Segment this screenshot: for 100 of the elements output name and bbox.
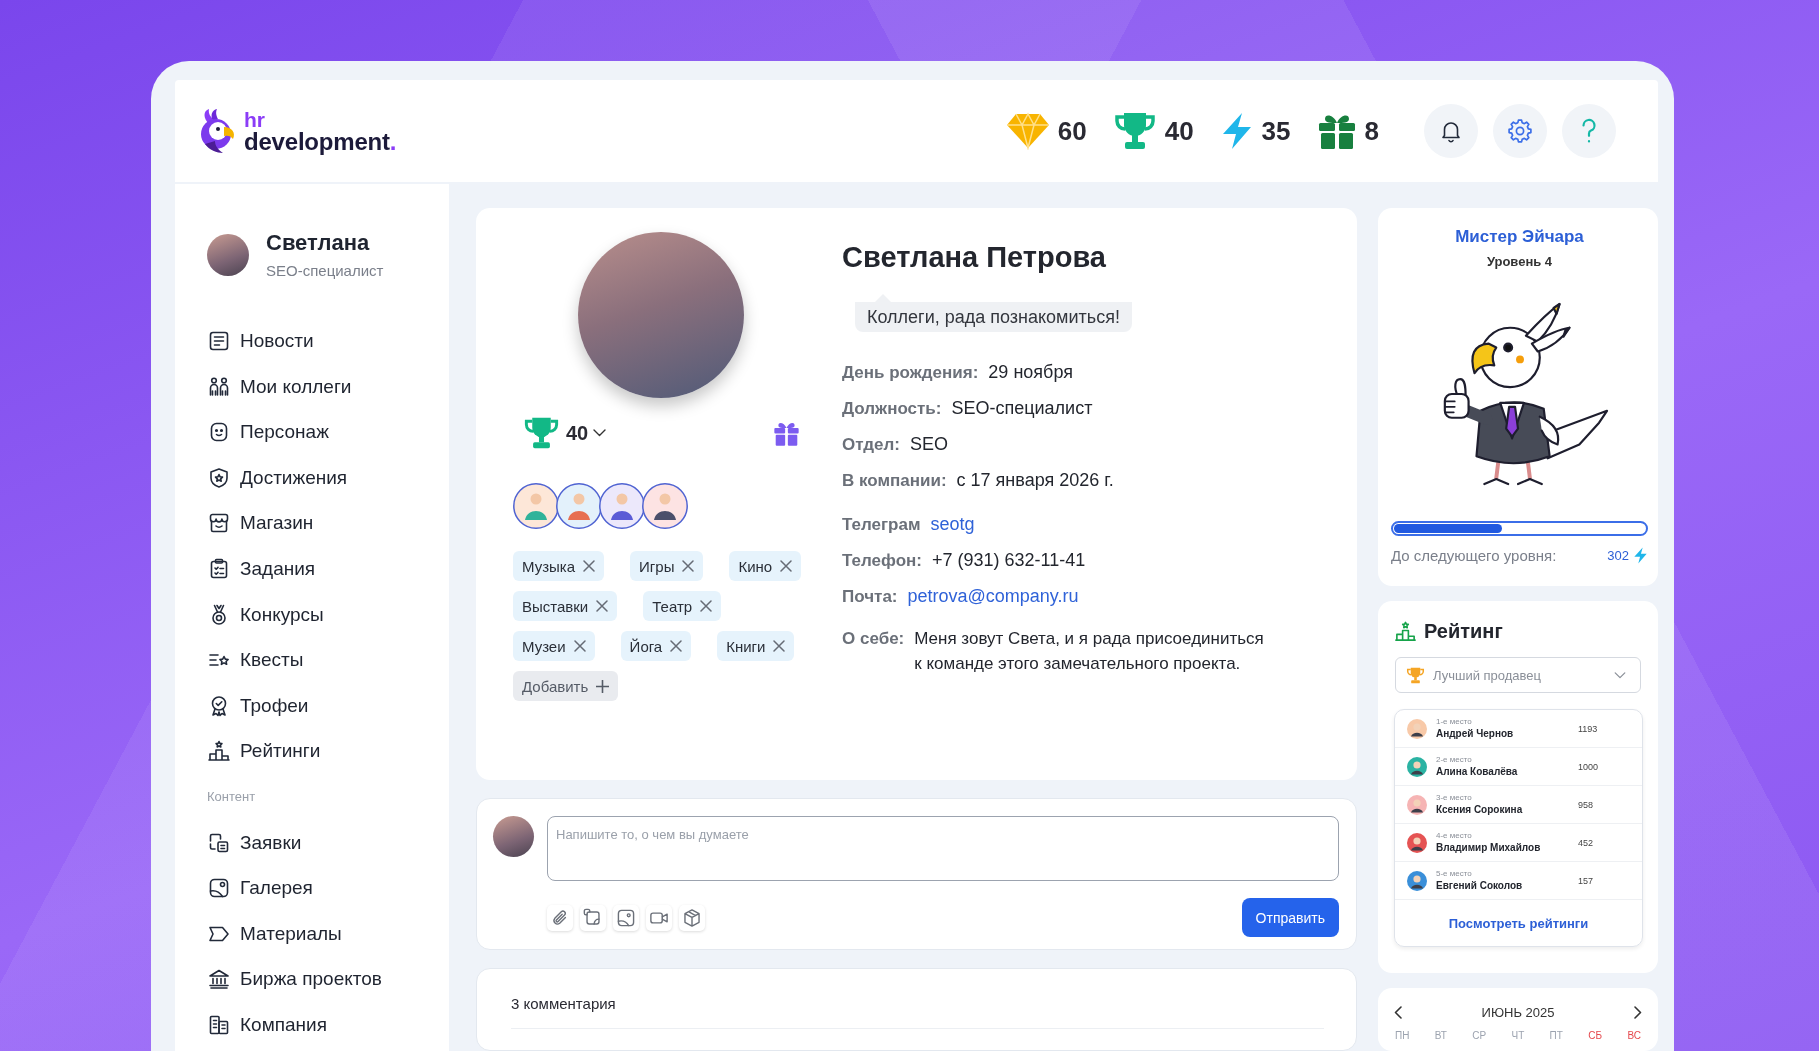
- nav-item[interactable]: Достижения: [207, 463, 348, 492]
- rank-label: 2-е место: [1436, 755, 1472, 765]
- stat-value: 35: [1261, 115, 1291, 147]
- close-icon[interactable]: [682, 560, 695, 572]
- weekday-label: ВС: [1627, 1030, 1641, 1042]
- about-text: Меня зовут Света, и я рада присоединиться к команде этого замечательного проекта.: [914, 628, 1265, 675]
- field-label: Отдел:: [842, 434, 901, 456]
- paperclip-icon[interactable]: [547, 904, 573, 931]
- post-input[interactable]: Напишите то, о чем вы думаете: [547, 816, 1339, 881]
- contact-link[interactable]: seotg: [930, 511, 975, 537]
- person-icon: [1407, 718, 1427, 739]
- tag-label: Выставки: [522, 597, 589, 615]
- close-icon[interactable]: [596, 600, 609, 612]
- person-icon: [513, 483, 559, 529]
- chevron-down-icon[interactable]: [593, 429, 607, 437]
- person-icon: [642, 483, 688, 529]
- user-name: Светлана: [266, 230, 371, 256]
- field-label: Должность:: [842, 398, 942, 420]
- view-ratings-link[interactable]: Посмотреть рейтинги: [1448, 915, 1589, 931]
- nav-item[interactable]: Биржа проектов: [207, 965, 382, 994]
- nav-item[interactable]: Материалы: [207, 919, 342, 948]
- close-icon[interactable]: [670, 640, 683, 652]
- close-icon[interactable]: [700, 600, 713, 612]
- bell-icon[interactable]: [1424, 104, 1478, 158]
- trophy-icon: [1406, 666, 1425, 684]
- field-value: с 17 января 2026 г.: [956, 469, 1114, 492]
- next-level-label: До следующего уровня:: [1391, 547, 1557, 564]
- gem-icon: [1005, 112, 1050, 150]
- nav-item[interactable]: Галерея: [207, 874, 313, 903]
- plus-icon: [596, 679, 610, 693]
- podium-icon: [207, 739, 231, 764]
- player-name: Ксения Сорокина: [1436, 803, 1523, 816]
- nav-item[interactable]: Квесты: [207, 646, 304, 675]
- cube-icon[interactable]: [679, 904, 705, 931]
- nav-item[interactable]: Задания: [207, 554, 316, 583]
- person-icon: [1407, 794, 1427, 815]
- trophy-icon: [523, 417, 560, 449]
- tag-label: Музеи: [522, 637, 566, 655]
- nav-item[interactable]: Конкурсы: [207, 600, 324, 629]
- close-icon[interactable]: [773, 640, 786, 652]
- image-icon[interactable]: [613, 904, 639, 931]
- player-name: Евгений Соколов: [1436, 879, 1523, 892]
- field-label: Телефон:: [842, 550, 922, 572]
- nav-item[interactable]: Магазин: [207, 509, 314, 538]
- weekday-label: СР: [1472, 1030, 1487, 1042]
- sticker-icon[interactable]: [580, 904, 606, 931]
- points-value: 302: [1607, 548, 1629, 563]
- user-role: SEO-специалист: [266, 262, 384, 279]
- month-title: ИЮНЬ 2025: [1480, 1004, 1556, 1020]
- field-value: SEO: [910, 433, 949, 456]
- nav-item[interactable]: Компания: [207, 1010, 327, 1039]
- send-button[interactable]: Отправить: [1241, 898, 1339, 937]
- close-icon[interactable]: [780, 560, 793, 572]
- weekday-label: ВТ: [1434, 1030, 1447, 1042]
- settings-icon[interactable]: [1493, 104, 1547, 158]
- person-icon: [1407, 870, 1427, 891]
- nav-item[interactable]: Рейтинги: [207, 737, 321, 766]
- close-icon[interactable]: [573, 640, 586, 652]
- field-label: Телеграм: [842, 514, 921, 536]
- nav-item[interactable]: Мои коллеги: [207, 372, 352, 401]
- tag-label: Игры: [639, 557, 675, 575]
- chevron-right-icon[interactable]: [1634, 1005, 1642, 1019]
- field-value: 29 ноября: [988, 361, 1073, 384]
- player-name: Владимир Михайлов: [1436, 841, 1541, 854]
- rank-label: 5-е место: [1436, 869, 1472, 879]
- chevron-down-icon: [1614, 671, 1626, 679]
- trophy-count: 40: [566, 421, 589, 445]
- field-label: Почта:: [842, 586, 898, 608]
- mascot-name: Мистер Эйчара: [1455, 226, 1584, 248]
- tag-label: Театр: [652, 597, 693, 615]
- nav-item[interactable]: Персонаж: [207, 418, 329, 447]
- field-label: В компании:: [842, 470, 947, 492]
- close-icon[interactable]: [583, 560, 596, 572]
- rank-label: 1-е место: [1436, 717, 1472, 727]
- logo-text: development.: [244, 129, 397, 154]
- avatar[interactable]: [207, 233, 249, 276]
- tag-label: Книги: [726, 637, 766, 655]
- lightning-icon: [1633, 547, 1648, 564]
- newspaper-icon: [207, 329, 231, 353]
- player-name: Алина Ковалёва: [1436, 765, 1518, 778]
- profile-name: Светлана Петрова: [842, 240, 1106, 275]
- chevron-left-icon[interactable]: [1394, 1005, 1402, 1019]
- tag-label: Кино: [738, 557, 773, 575]
- weekday-label: ПТ: [1549, 1030, 1563, 1042]
- nav-item[interactable]: Новости: [207, 327, 314, 355]
- rating-title: Рейтинг: [1424, 619, 1503, 643]
- contact-link[interactable]: petrova@company.ru: [907, 583, 1079, 609]
- level-label: Уровень 4: [1486, 253, 1553, 271]
- people-icon: [207, 374, 231, 399]
- section-label: Контент: [207, 787, 256, 806]
- video-icon[interactable]: [646, 904, 672, 931]
- nav-item[interactable]: Заявки: [207, 828, 302, 857]
- person-icon: [556, 483, 602, 529]
- comments-count: 3 комментария: [511, 994, 617, 1014]
- add-button[interactable]: Добавить: [513, 671, 619, 701]
- shield-star-icon: [207, 465, 231, 490]
- podium-icon: [1394, 619, 1417, 643]
- nav-item[interactable]: Трофеи: [207, 691, 309, 720]
- trophy-icon: [1112, 112, 1157, 150]
- field-label: День рождения:: [842, 362, 979, 384]
